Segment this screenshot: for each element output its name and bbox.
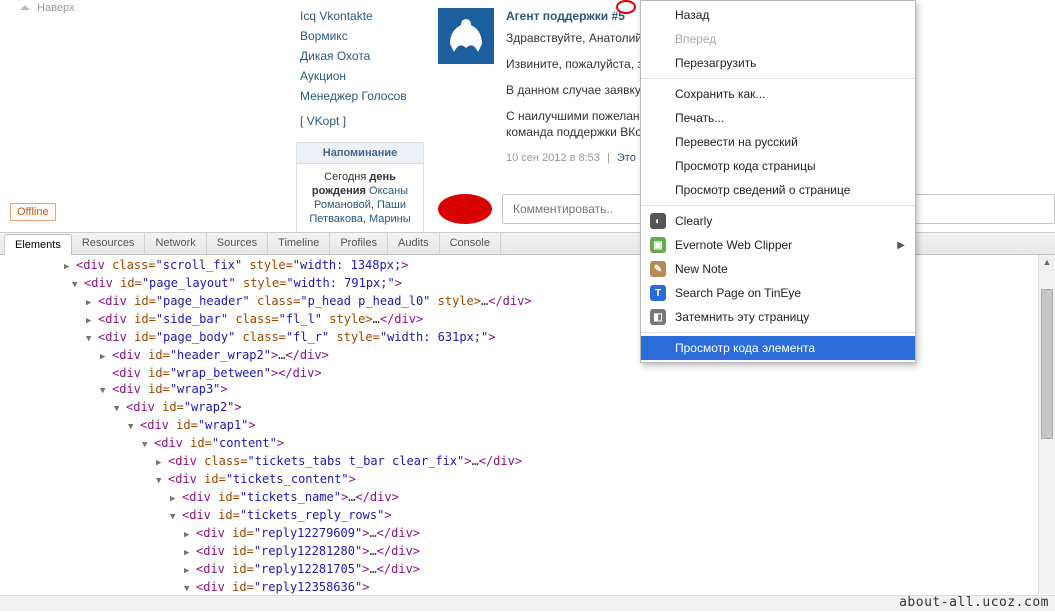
devtools-tab-sources[interactable]: Sources [207,233,268,254]
ticket-line-4b: команда поддержки ВКо [506,125,642,139]
offline-badge: Offline [10,203,56,221]
context-menu-item[interactable]: Просмотр сведений о странице [641,178,915,202]
sidebar-item-3[interactable]: Аукцион [290,66,430,86]
sidebar-vkopt-link[interactable]: [ VKopt ] [290,106,430,136]
context-menu-item-label: New Note [675,262,728,276]
reminder-header: Напоминание [297,143,423,164]
context-menu-item-label: Затемнить эту страницу [675,310,809,324]
context-menu-item: Вперед [641,27,915,51]
dom-tree-node[interactable]: <div id="reply12279609">…</div> [0,525,1038,543]
sidebar-item-1[interactable]: Вормикс [290,26,430,46]
devtools-tab-audits[interactable]: Audits [388,233,440,254]
go-up-link[interactable]: Наверх [20,2,74,14]
ticket-line-4a: С наилучшими пожелани [506,109,646,123]
scroll-up-arrow-icon[interactable]: ▲ [1039,255,1055,271]
devtools-tab-timeline[interactable]: Timeline [268,233,330,254]
context-menu-item[interactable]: Просмотр кода страницы [641,154,915,178]
tineye-icon: T [650,285,666,301]
context-menu-item-label: Печать... [675,111,724,125]
dom-tree-node[interactable]: <div id="reply12358636"> [0,579,1038,594]
context-menu-item[interactable]: Печать... [641,106,915,130]
dom-tree-node[interactable]: <div id="reply12281705">…</div> [0,561,1038,579]
devtools-tab-network[interactable]: Network [145,233,206,254]
devtools-tab-profiles[interactable]: Profiles [330,233,388,254]
devtools-tab-elements[interactable]: Elements [4,234,72,255]
sidebar-item-2[interactable]: Дикая Охота [290,46,430,66]
context-menu-item[interactable]: ▣ Evernote Web Clipper ▶ [641,233,915,257]
vertical-scrollbar[interactable]: ▲ [1038,255,1055,594]
dom-tree-node[interactable]: <div id="tickets_reply_rows"> [0,507,1038,525]
context-menu-item-label: Перезагрузить [675,56,756,70]
newnote-icon: ✎ [650,261,666,277]
red-blob-annotation [438,194,492,224]
context-menu-item-label: Clearly [675,214,712,228]
context-menu-item[interactable]: Перевести на русский [641,130,915,154]
context-menu-item-label: Просмотр кода элемента [675,341,815,355]
ticket-date: 10 сен 2012 в 8:53 [506,152,600,164]
context-menu-item[interactable]: T Search Page on TinEye [641,281,915,305]
context-menu-item-label: Просмотр кода страницы [675,159,816,173]
dom-tree-node[interactable]: <div id="wrap2"> [0,399,1038,417]
submenu-arrow-icon: ▶ [897,240,905,251]
dom-tree-node[interactable]: <div id="reply12281280">…</div> [0,543,1038,561]
chevron-up-icon [20,3,30,13]
context-menu-item[interactable]: ◧ Затемнить эту страницу [641,305,915,329]
sidebar-item-0[interactable]: Icq Vkontakte [290,6,430,26]
context-menu: Назад Вперед Перезагрузить Сохранить как...… [640,0,916,363]
dom-tree-node[interactable]: <div id="tickets_name">…</div> [0,489,1038,507]
context-menu-item-label: Сохранить как... [675,87,765,101]
devtools-tab-resources[interactable]: Resources [72,233,146,254]
reminder-body: Сегодня день рождения Оксаны Романовой, … [297,170,423,226]
dim-icon: ◧ [650,309,666,325]
dom-tree-node[interactable]: <div id="wrap_between"></div> [0,365,1038,381]
dom-tree-node[interactable]: <div id="wrap1"> [0,417,1038,435]
context-menu-item-label: Evernote Web Clipper [675,238,792,252]
context-menu-item-label: Search Page on TinEye [675,286,801,300]
context-menu-item-label: Вперед [675,32,716,46]
horizontal-scrollbar[interactable] [0,595,1055,611]
context-menu-item-label: Просмотр сведений о странице [675,183,850,197]
context-menu-item[interactable]: Назад [641,3,915,27]
meta-separator: | [603,152,614,164]
evernote-icon: ▣ [650,237,666,253]
scroll-thumb[interactable] [1041,289,1053,439]
context-menu-item[interactable]: ✎ New Note [641,257,915,281]
clearly-icon: ◐ [650,213,666,229]
dom-tree-node[interactable]: <div id="wrap3"> [0,381,1038,399]
left-sidebar: Icq VkontakteВормиксДикая ОхотаАукционМе… [290,0,430,232]
sidebar-item-4[interactable]: Менеджер Голосов [290,86,430,106]
watermark-text: about-all.ucoz.com [899,595,1049,610]
context-menu-item-label: Назад [675,8,709,22]
context-menu-item[interactable]: ◐ Clearly [641,209,915,233]
ticket-meta-link[interactable]: Это [617,152,636,164]
context-menu-item[interactable]: Просмотр кода элемента [641,336,915,360]
dom-tree-node[interactable]: <div id="content"> [0,435,1038,453]
reminder-box: Напоминание Сегодня день рождения Оксаны … [296,142,424,233]
context-menu-item-label: Перевести на русский [675,135,798,149]
support-avatar[interactable] [438,8,494,64]
dom-tree-node[interactable]: <div class="tickets_tabs t_bar clear_fix… [0,453,1038,471]
context-menu-item[interactable]: Перезагрузить [641,51,915,75]
dom-tree-node[interactable]: <div id="tickets_content"> [0,471,1038,489]
support-avatar-icon [444,14,488,58]
context-menu-item[interactable]: Сохранить как... [641,82,915,106]
reminder-name-link[interactable]: Марины [369,213,411,225]
go-up-label: Наверх [37,2,74,14]
red-circle-annotation [616,0,636,14]
devtools-tab-console[interactable]: Console [440,233,501,254]
